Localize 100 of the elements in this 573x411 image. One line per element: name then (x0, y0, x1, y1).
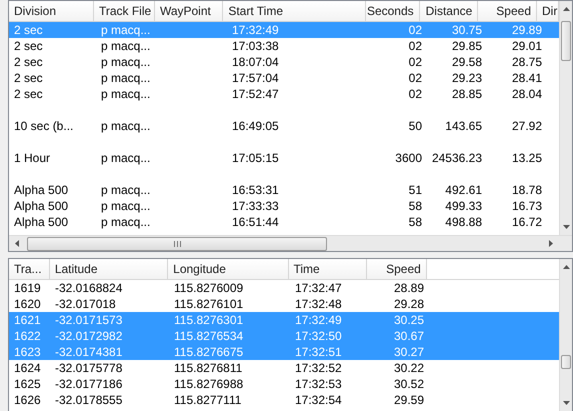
table-cell: 115.8276988 (174, 376, 244, 392)
table-cell: 27.92 (512, 118, 542, 134)
column-header[interactable]: Track File (94, 1, 155, 21)
column-header[interactable]: Start Time (223, 1, 366, 21)
up-arrow-icon[interactable] (562, 265, 570, 269)
table-cell: 58 (408, 214, 422, 230)
table-cell: 17:32:48 (295, 296, 342, 312)
table-cell: 499.33 (445, 198, 482, 214)
column-header[interactable]: Division (9, 1, 94, 21)
table-cell: Alpha 500 (14, 182, 68, 198)
table-cell: 115.8276534 (174, 328, 244, 344)
column-header[interactable]: Distance (420, 1, 478, 21)
table-cell: 02 (408, 22, 422, 38)
table-cell: 17:03:38 (232, 38, 279, 54)
table-cell: 17:52:47 (232, 86, 279, 102)
table-cell: 17:32:47 (295, 280, 342, 296)
table-cell: -32.017018 (55, 296, 116, 312)
table-cell: 2 sec (14, 22, 43, 38)
column-header[interactable]: Tra... (9, 259, 50, 279)
table-cell: 28.85 (452, 86, 482, 102)
column-header[interactable]: Latitude (50, 259, 168, 279)
table-cell: 24536.23 (432, 150, 482, 166)
table-cell: 30.25 (394, 312, 424, 328)
horizontal-scrollbar[interactable] (9, 235, 572, 251)
table-cell: p macq... (101, 54, 150, 70)
table-cell: 16:53:31 (232, 182, 279, 198)
table-cell: 2 sec (14, 86, 43, 102)
table-cell: 1 Hour (14, 150, 50, 166)
table-cell: 17:32:53 (295, 376, 342, 392)
table-cell: 29.01 (512, 38, 542, 54)
vertical-scrollbar[interactable] (559, 1, 572, 235)
table-cell: 17:05:15 (232, 150, 279, 166)
table-cell: 143.65 (445, 118, 482, 134)
table-cell: 2 sec (14, 70, 43, 86)
table-cell: 51 (408, 182, 422, 198)
table-cell: -32.0171573 (55, 312, 122, 328)
table-cell: 115.8276301 (174, 312, 244, 328)
table-cell: 1621 (14, 312, 41, 328)
table-cell: 498.88 (445, 214, 482, 230)
table-cell: 2 sec (14, 54, 43, 70)
table-cell: 29.28 (394, 296, 424, 312)
table-cell: 492.61 (445, 182, 482, 198)
table-cell: 58 (408, 198, 422, 214)
column-header[interactable]: WayPoint (154, 1, 224, 21)
table-cell: 30.67 (394, 328, 424, 344)
table-cell: 30.75 (452, 22, 482, 38)
table-cell: p macq... (101, 214, 150, 230)
right-arrow-icon[interactable] (549, 240, 553, 247)
table-cell: 17:32:49 (295, 312, 342, 328)
table-cell: 1623 (14, 344, 41, 360)
column-header[interactable]: Seconds (366, 1, 420, 21)
column-header[interactable]: Time (288, 259, 368, 279)
table-cell: 1624 (14, 360, 41, 376)
table-cell: 1622 (14, 328, 41, 344)
table-cell: 29.85 (452, 38, 482, 54)
table-cell: 16.72 (512, 214, 542, 230)
table-cell: 02 (408, 86, 422, 102)
table-cell: 1626 (14, 392, 41, 408)
table-cell: 115.8276009 (174, 280, 244, 296)
table-cell: 02 (408, 70, 422, 86)
scroll-thumb[interactable] (561, 355, 571, 369)
table-cell: p macq... (101, 70, 150, 86)
table-cell: p macq... (101, 198, 150, 214)
vertical-scrollbar[interactable] (559, 259, 572, 411)
table-cell: p macq... (101, 22, 150, 38)
table-cell: 30.52 (394, 376, 424, 392)
table-cell: 28.04 (512, 86, 542, 102)
column-header[interactable]: Speed (367, 259, 427, 279)
table-cell: 115.8277111 (174, 392, 242, 408)
table-cell: 1620 (14, 296, 41, 312)
table-cell: 115.8276675 (174, 344, 244, 360)
table-cell: 1625 (14, 376, 41, 392)
table-cell: p macq... (101, 182, 150, 198)
column-header[interactable]: Speed (478, 1, 537, 21)
scroll-thumb[interactable] (561, 21, 571, 61)
scroll-thumb[interactable] (27, 236, 327, 250)
table-cell: 16:51:44 (232, 214, 279, 230)
table-cell: 29.58 (452, 54, 482, 70)
table-cell: 02 (408, 38, 422, 54)
table-cell: 50 (408, 118, 422, 134)
table-cell: 29.59 (394, 392, 424, 408)
table-cell: 2 sec (14, 38, 43, 54)
table-cell: 18:07:04 (232, 54, 279, 70)
table-cell: 28.41 (512, 70, 542, 86)
table-cell: 17:57:04 (232, 70, 279, 86)
table-cell: 115.8276101 (174, 296, 244, 312)
down-arrow-icon[interactable] (562, 225, 570, 229)
table-cell: p macq... (101, 38, 150, 54)
table-cell: p macq... (101, 118, 150, 134)
table-cell: Alpha 500 (14, 198, 68, 214)
down-arrow-icon[interactable] (562, 401, 570, 405)
table-cell: Alpha 500 (14, 214, 68, 230)
column-header[interactable]: Longitude (168, 259, 288, 279)
table-cell: 29.23 (452, 70, 482, 86)
table-cell: 10 sec (b... (14, 118, 74, 134)
up-arrow-icon[interactable] (562, 7, 570, 11)
column-header[interactable]: Dir (537, 1, 559, 21)
table-cell: -32.0177186 (55, 376, 122, 392)
left-arrow-icon[interactable] (15, 240, 19, 247)
table-cell: 115.8276811 (174, 360, 242, 376)
